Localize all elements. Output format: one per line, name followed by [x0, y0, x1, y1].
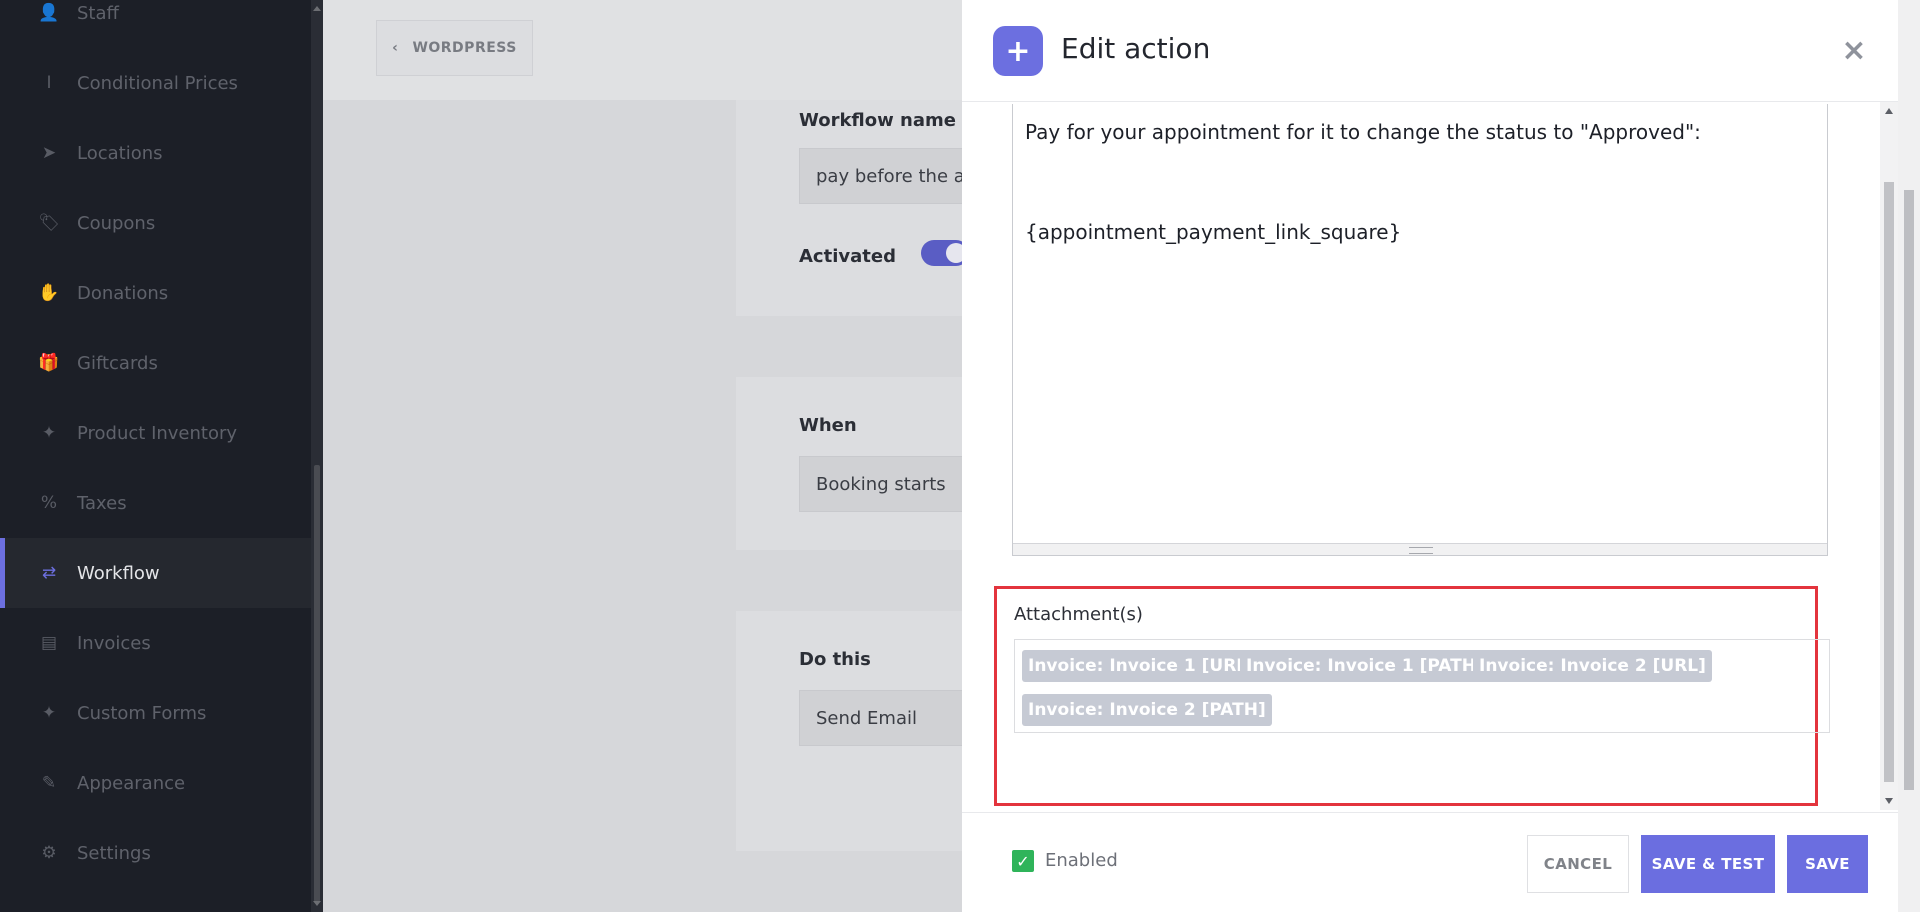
navigation-arrow-icon: ➤ [41, 143, 57, 163]
sidebar-item-label: Locations [77, 142, 163, 164]
sidebar-item-label: Settings [77, 842, 151, 864]
modal-footer: ✓ Enabled CANCEL SAVE & TEST SAVE [962, 812, 1898, 912]
sidebar-item-label: Workflow [77, 562, 160, 584]
tag-icon: 🏷 [38, 213, 60, 233]
back-to-wordpress-button[interactable]: ‹ WORDPRESS [376, 20, 533, 76]
sidebar-item-label: Appearance [77, 772, 186, 794]
scroll-down-arrow-icon[interactable] [1885, 798, 1893, 804]
scroll-up-arrow-icon[interactable] [1885, 108, 1893, 114]
sidebar-item-donations[interactable]: ✋ Donations [0, 258, 311, 328]
hand-heart-icon: ✋ [38, 283, 60, 303]
person-icon: 👤 [38, 3, 60, 23]
save-and-test-button[interactable]: SAVE & TEST [1641, 835, 1775, 893]
cursor-text-icon: I [46, 73, 52, 93]
sidebar-item-conditional-prices[interactable]: I Conditional Prices [0, 48, 311, 118]
sidebar-item-label: Invoices [77, 632, 151, 654]
attachment-tag[interactable]: Invoice: Invoice 1 [PATH] [1240, 650, 1490, 682]
sidebar-item-taxes[interactable]: % Taxes [0, 468, 311, 538]
attachment-tag[interactable]: Invoice: Invoice 2 [PATH] [1022, 694, 1272, 726]
scrollbar-thumb[interactable] [314, 465, 320, 902]
editor-line: Pay for your appointment for it to chang… [1025, 120, 1701, 144]
plus-icon: + [993, 26, 1043, 76]
modal-scrollbar[interactable] [1898, 0, 1920, 912]
attachment-tag[interactable]: Invoice: Invoice 2 [URL] [1473, 650, 1712, 682]
email-body-editor[interactable]: Pay for your appointment for it to chang… [1012, 104, 1828, 556]
scroll-up-arrow-icon[interactable] [313, 6, 321, 11]
paintbrush-icon: ✎ [41, 773, 57, 793]
scrollbar-thumb[interactable] [1884, 182, 1894, 782]
sidebar-item-invoices[interactable]: ▤ Invoices [0, 608, 311, 678]
sidebar-item-label: Conditional Prices [77, 72, 238, 94]
document-icon: ▤ [40, 633, 58, 653]
sidebar-item-giftcards[interactable]: 🎁 Giftcards [0, 328, 311, 398]
magic-wand-icon: ✦ [41, 423, 57, 443]
edit-action-panel: + Edit action × Pay for your appointment… [962, 0, 1920, 912]
percent-icon: % [40, 493, 58, 513]
sidebar-item-staff[interactable]: 👤 Staff [0, 0, 311, 48]
do-this-title: Do this [799, 649, 871, 670]
sidebar-item-label: Giftcards [77, 352, 158, 374]
sidebar-item-label: Custom Forms [77, 702, 207, 724]
sidebar-item-label: Coupons [77, 212, 156, 234]
editor-resize-handle[interactable] [1013, 543, 1827, 555]
when-title: When [799, 415, 857, 436]
modal-header: + Edit action × [962, 0, 1920, 102]
workflow-name-title: Workflow name [799, 110, 956, 131]
sidebar-item-coupons[interactable]: 🏷 Coupons [0, 188, 311, 258]
gift-icon: 🎁 [38, 353, 60, 373]
back-button-label: WORDPRESS [412, 40, 517, 56]
sidebar-item-appearance[interactable]: ✎ Appearance [0, 748, 311, 818]
gear-icon: ⚙ [41, 843, 57, 863]
sidebar-item-workflow[interactable]: ⇄ Workflow [0, 538, 311, 608]
scroll-down-arrow-icon[interactable] [313, 901, 321, 906]
sidebar-item-custom-forms[interactable]: ✦ Custom Forms [0, 678, 311, 748]
modal-body-scrollbar[interactable] [1880, 102, 1898, 810]
sidebar-item-product-inventory[interactable]: ✦ Product Inventory [0, 398, 311, 468]
magic-wand-icon: ✦ [41, 703, 57, 723]
chevron-left-icon: ‹ [392, 40, 399, 56]
sidebar-item-locations[interactable]: ➤ Locations [0, 118, 311, 188]
sidebar-item-label: Taxes [77, 492, 127, 514]
modal-title: Edit action [1061, 32, 1211, 65]
attachments-label: Attachment(s) [1014, 604, 1143, 625]
sidebar: 👤 Staff I Conditional Prices ➤ Locations… [0, 0, 311, 912]
attachments-select[interactable]: Invoice: Invoice 1 [URL] Invoice: Invoic… [1014, 639, 1830, 733]
enabled-checkbox[interactable]: ✓ [1012, 850, 1034, 872]
activated-label: Activated [799, 246, 896, 267]
attachment-tag[interactable]: Invoice: Invoice 1 [URL] [1022, 650, 1261, 682]
sidebar-item-label: Product Inventory [77, 422, 238, 444]
workflow-icon: ⇄ [41, 563, 57, 583]
enabled-label: Enabled [1045, 850, 1118, 871]
scrollbar-thumb[interactable] [1904, 190, 1914, 790]
cancel-button[interactable]: CANCEL [1527, 835, 1629, 893]
editor-line: {appointment_payment_link_square} [1025, 220, 1402, 244]
sidebar-scrollbar[interactable] [311, 0, 323, 912]
sidebar-item-settings[interactable]: ⚙ Settings [0, 818, 311, 888]
attachments-section: Attachment(s) Invoice: Invoice 1 [URL] I… [994, 586, 1830, 806]
sidebar-item-label: Donations [77, 282, 169, 304]
close-icon[interactable]: × [1834, 30, 1874, 70]
save-button[interactable]: SAVE [1787, 835, 1868, 893]
sidebar-item-label: Staff [77, 2, 119, 24]
